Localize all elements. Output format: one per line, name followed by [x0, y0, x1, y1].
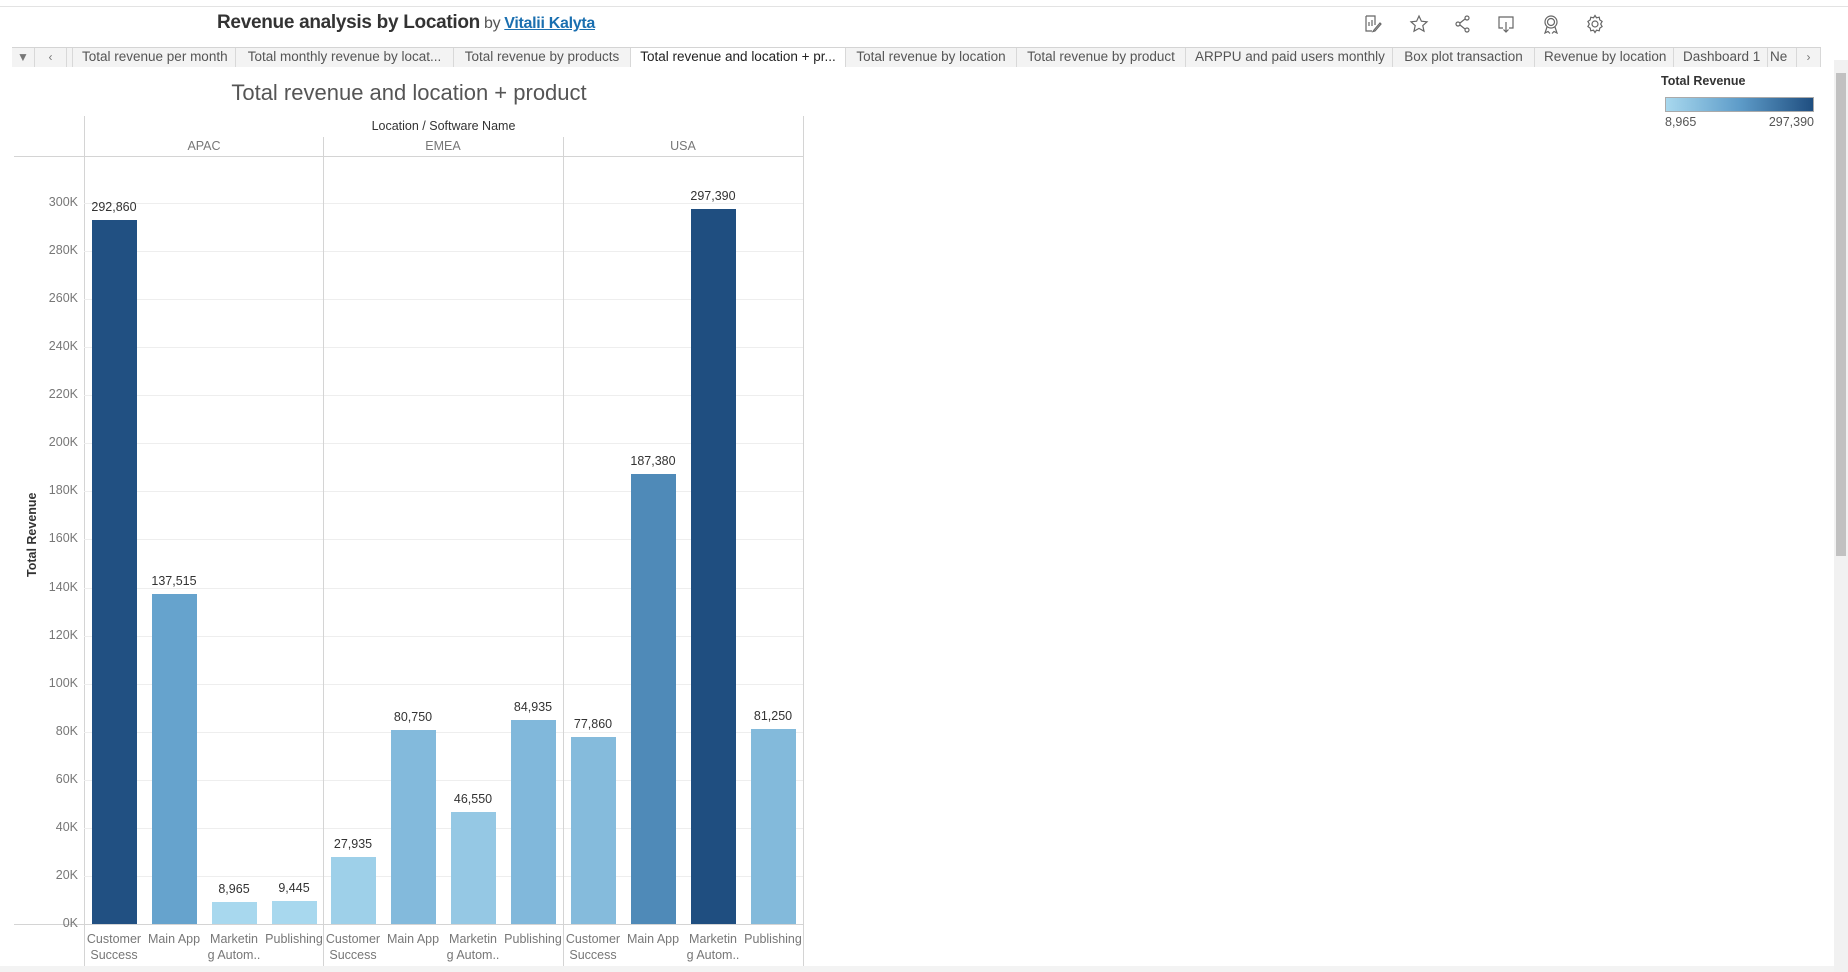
data-label: 77,860 [573, 716, 613, 731]
scrollbar-thumb[interactable] [1836, 73, 1846, 556]
y-tick-label: 0K [62, 916, 78, 930]
bar-usa-1 [631, 473, 676, 924]
data-label: 81,250 [753, 708, 793, 723]
bar-emea-0 [331, 856, 376, 924]
y-axis-label: Total Revenue [25, 492, 39, 577]
metrics-badge-icon[interactable] [1539, 12, 1563, 36]
edit-icon[interactable] [1361, 12, 1385, 36]
y-tick-label: 280K [48, 243, 78, 257]
data-label: 84,935 [513, 699, 553, 714]
y-tick-label: 20K [55, 868, 78, 882]
bottom-strip [0, 966, 1834, 972]
x-tick-label: Publishing [504, 932, 562, 946]
y-tick-label: 260K [48, 291, 78, 305]
x-tick-label: Publishing [265, 932, 323, 946]
x-tick-label: Marketin [449, 932, 497, 946]
x-tick-label: Main App [626, 932, 680, 946]
x-tick-label: Marketin [689, 932, 737, 946]
pane-divider [563, 137, 564, 966]
tab-new[interactable]: Ne [1768, 48, 1797, 67]
data-label: 292,860 [91, 200, 137, 215]
tab-total-revenue-by-location[interactable]: Total revenue by location [846, 48, 1017, 67]
y-tick-label: 240K [48, 339, 78, 353]
legend-color-ramp [1665, 97, 1814, 112]
share-icon[interactable] [1451, 12, 1475, 36]
x-tick-label: Customer [325, 932, 381, 946]
x-tick-label: Marketin [210, 932, 258, 946]
x-tick-label: Main App [386, 932, 440, 946]
location-header-emea: EMEA [425, 139, 461, 153]
y-tick-label: 300K [48, 195, 78, 209]
data-label: 27,935 [333, 836, 373, 851]
tab-box-plot-transaction[interactable]: Box plot transaction [1393, 48, 1535, 67]
bar-apac-0 [92, 220, 137, 924]
data-label: 9,445 [278, 881, 310, 896]
bar-emea-2 [451, 812, 496, 924]
bar-apac-2 [212, 902, 257, 924]
bar-usa-0 [571, 736, 616, 924]
data-label: 137,515 [151, 573, 197, 588]
y-tick-label: 100K [48, 676, 78, 690]
right-border-line [803, 116, 804, 966]
x-tick-label: Customer [86, 932, 142, 946]
x-tick-label: Publishing [744, 932, 802, 946]
tab-arppu-paid-users-monthly[interactable]: ARPPU and paid users monthly [1186, 48, 1393, 67]
x-tick-label: Customer [565, 932, 621, 946]
x-tick-label: g Autom.. [686, 948, 740, 962]
tab-revenue-by-location[interactable]: Revenue by location [1535, 48, 1674, 67]
location-header-usa: USA [670, 139, 696, 153]
bar-usa-3 [751, 728, 796, 924]
tab-total-revenue-by-product[interactable]: Total revenue by product [1017, 48, 1186, 67]
y-tick-label: 80K [55, 724, 78, 738]
y-tick-label: 40K [55, 820, 78, 834]
x-tick-label: Main App [147, 932, 201, 946]
x-tick-label: Success [90, 948, 138, 962]
header-bottom-line [14, 156, 804, 157]
y-tick-label: 120K [48, 628, 78, 642]
y-tick-label: 60K [55, 772, 78, 786]
favorite-star-icon[interactable] [1407, 12, 1431, 36]
x-tick-label: Success [569, 948, 617, 962]
legend-title: Total Revenue [1661, 74, 1746, 88]
y-tick-label: 160K [48, 531, 78, 545]
bar-emea-1 [391, 729, 436, 924]
y-tick-label: 200K [48, 435, 78, 449]
tabs-next-button[interactable]: › [1797, 48, 1821, 67]
x-axis-line [14, 924, 804, 925]
legend-min: 8,965 [1665, 115, 1697, 129]
x-tick-label: g Autom.. [207, 948, 261, 962]
download-icon[interactable] [1494, 12, 1518, 36]
y-tick-label: 140K [48, 580, 78, 594]
data-label: 297,390 [690, 189, 736, 204]
bar-usa-2 [691, 209, 736, 924]
column-header-title: Location / Software Name [371, 119, 516, 133]
legend-max: 297,390 [1768, 115, 1814, 129]
left-axis-line [84, 116, 85, 966]
data-label: 46,550 [453, 792, 493, 807]
data-label: 187,380 [630, 453, 676, 468]
data-label: 80,750 [393, 709, 433, 724]
location-header-apac: APAC [187, 139, 221, 153]
x-tick-label: g Autom.. [446, 948, 500, 962]
settings-gear-icon[interactable] [1583, 12, 1607, 36]
bar-chart: Location / Software Name Total Revenue 0… [0, 0, 820, 972]
bar-apac-1 [152, 593, 197, 924]
x-tick-label: Success [329, 948, 377, 962]
tab-dashboard-1[interactable]: Dashboard 1 [1674, 48, 1768, 67]
bar-apac-3 [272, 901, 317, 924]
y-tick-label: 220K [48, 387, 78, 401]
bar-emea-3 [511, 719, 556, 924]
y-tick-label: 180K [48, 483, 78, 497]
